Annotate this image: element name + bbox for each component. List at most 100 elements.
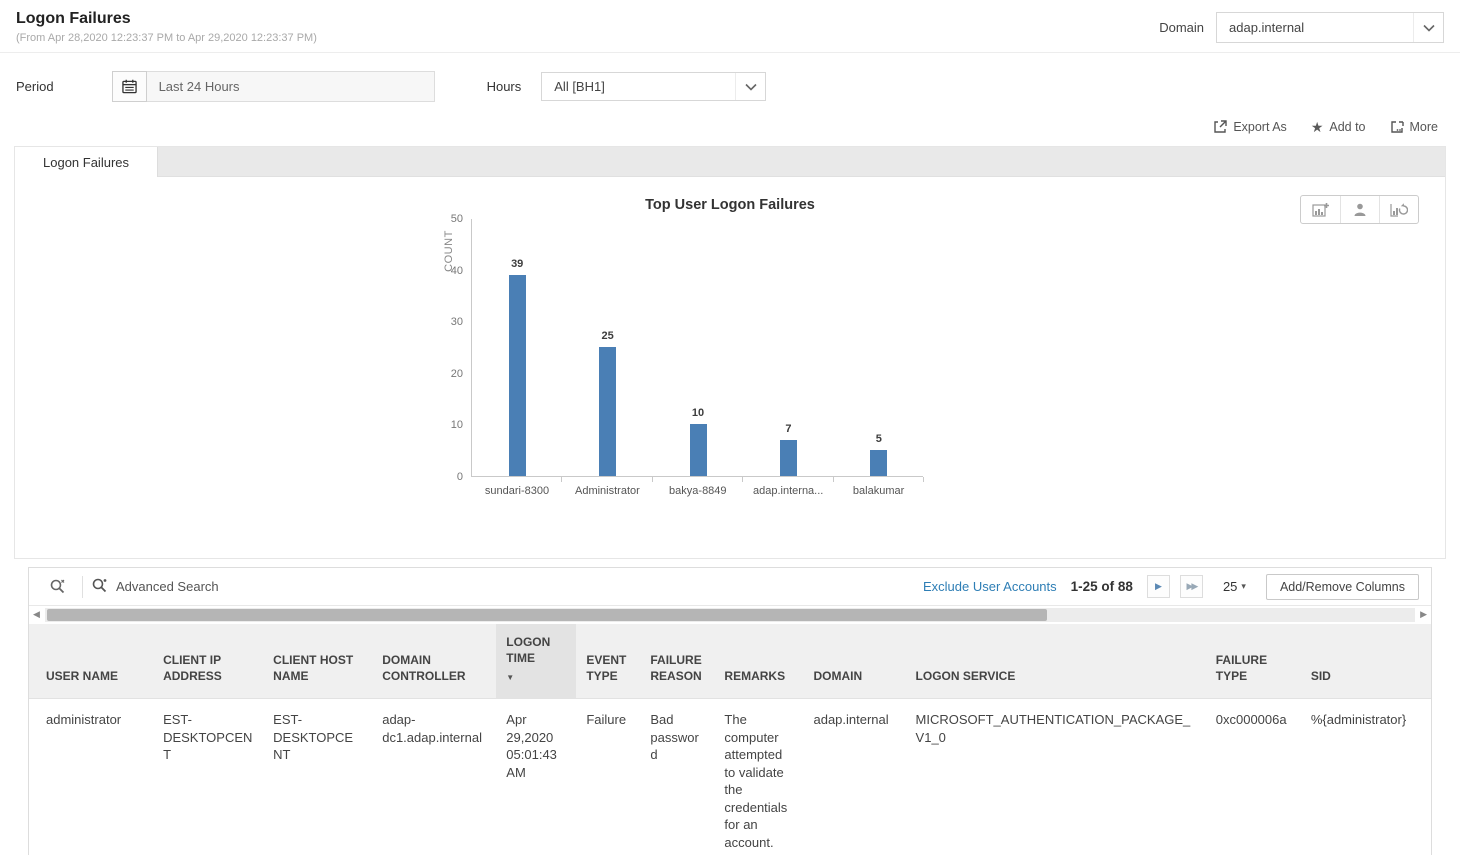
- table-cell: EST-DESKTOPCENT: [263, 699, 372, 855]
- y-tick-label: 50: [429, 213, 463, 225]
- page-header: Logon Failures (From Apr 28,2020 12:23:3…: [0, 0, 1460, 53]
- tab-logon-failures[interactable]: Logon Failures: [15, 147, 158, 177]
- column-header-sid[interactable]: SID: [1301, 624, 1431, 699]
- table-body: administratorEST-DESKTOPCENTEST-DESKTOPC…: [29, 699, 1431, 855]
- column-header-client-host-name[interactable]: CLIENT HOST NAME: [263, 624, 372, 699]
- hours-select[interactable]: All [BH1]: [541, 72, 766, 101]
- page-title: Logon Failures: [16, 10, 317, 28]
- bar-Administrator[interactable]: [599, 347, 616, 476]
- bar-adap.interna...[interactable]: [780, 440, 797, 476]
- period-input[interactable]: [147, 71, 435, 102]
- domain-selector-group: Domain adap.internal: [1159, 12, 1444, 43]
- filters-row: Period Hours All [BH1]: [0, 53, 1460, 108]
- add-to-button[interactable]: ★ Add to: [1311, 120, 1366, 134]
- report-actions: Export As ★ Add to More: [0, 108, 1460, 144]
- table-cell: adap-dc1.adap.internal: [372, 699, 496, 855]
- scrollbar-thumb[interactable]: [47, 609, 1047, 621]
- table-cell: EST-DESKTOPCENT: [153, 699, 263, 855]
- bar-sundari-8300[interactable]: [509, 275, 526, 476]
- x-axis-tick: [833, 477, 834, 482]
- scrollbar-track[interactable]: [45, 608, 1415, 622]
- column-header-client-ip-address[interactable]: CLIENT IP ADDRESS: [153, 624, 263, 699]
- page-size-dropdown[interactable]: 25 ▾: [1223, 579, 1246, 594]
- x-category-label: sundari-8300: [472, 485, 562, 497]
- pagination-range: 1-25 of 88: [1071, 579, 1133, 594]
- y-tick-label: 20: [429, 368, 463, 380]
- report-panel: Logon Failures Top User Logon Failures C…: [14, 146, 1446, 559]
- sort-desc-icon: ▼: [506, 673, 566, 684]
- domain-select-value: adap.internal: [1229, 20, 1304, 35]
- x-category-label: Administrator: [562, 485, 652, 497]
- period-picker: [112, 71, 435, 102]
- table-cell: 0xc000006a: [1206, 699, 1301, 855]
- hours-label: Hours: [487, 79, 522, 94]
- column-header-failure-type[interactable]: FAILURE TYPE: [1206, 624, 1301, 699]
- column-header-domain-controller[interactable]: DOMAIN CONTROLLER: [372, 624, 496, 699]
- title-block: Logon Failures (From Apr 28,2020 12:23:3…: [16, 10, 317, 44]
- bar-balakumar[interactable]: [870, 450, 887, 476]
- column-header-failure-reason[interactable]: FAILURE REASON: [640, 624, 714, 699]
- column-header-logon-service[interactable]: LOGON SERVICE: [906, 624, 1206, 699]
- search-icon[interactable]: [41, 578, 74, 595]
- chevron-down-icon: [1413, 13, 1443, 42]
- table-cell: adap.internal: [803, 699, 905, 855]
- page-size-value: 25: [1223, 579, 1237, 594]
- bar-value-label: 39: [497, 258, 537, 270]
- table-cell: Apr 29,2020 05:01:43 AM: [496, 699, 576, 855]
- logon-failures-table: USER NAMECLIENT IP ADDRESSCLIENT HOST NA…: [29, 624, 1431, 855]
- more-button[interactable]: More: [1390, 120, 1438, 134]
- scroll-left-icon[interactable]: ◀: [33, 609, 40, 620]
- y-tick-label: 30: [429, 316, 463, 328]
- tab-bar: Logon Failures: [15, 147, 1445, 177]
- report-period-subtitle: (From Apr 28,2020 12:23:37 PM to Apr 29,…: [16, 32, 317, 44]
- table-header-row: USER NAMECLIENT IP ADDRESSCLIENT HOST NA…: [29, 624, 1431, 699]
- domain-select[interactable]: adap.internal: [1216, 12, 1444, 43]
- bar-value-label: 5: [859, 433, 899, 445]
- column-header-domain[interactable]: DOMAIN: [803, 624, 905, 699]
- x-axis-tick: [561, 477, 562, 482]
- y-tick-label: 40: [429, 265, 463, 277]
- column-header-user-name[interactable]: USER NAME: [29, 624, 153, 699]
- more-icon: [1390, 120, 1404, 134]
- horizontal-scrollbar: ◀ ▶: [29, 606, 1431, 624]
- column-header-logon-time[interactable]: LOGON TIME▼: [496, 624, 576, 699]
- table-cell: Bad password: [640, 699, 714, 855]
- bar-bakya-8849[interactable]: [690, 424, 707, 476]
- table-row[interactable]: administratorEST-DESKTOPCENTEST-DESKTOPC…: [29, 699, 1431, 855]
- plot-area: 39sundari-830025Administrator10bakya-884…: [471, 219, 923, 477]
- last-page-button[interactable]: ▶▶: [1180, 575, 1203, 598]
- column-header-remarks[interactable]: REMARKS: [714, 624, 803, 699]
- exclude-user-accounts-link[interactable]: Exclude User Accounts: [923, 579, 1057, 594]
- results-table-section: Advanced Search Exclude User Accounts 1-…: [28, 567, 1432, 855]
- add-to-label: Add to: [1329, 120, 1365, 134]
- export-icon: [1213, 120, 1227, 134]
- table-cell: MICROSOFT_AUTHENTICATION_PACKAGE_V1_0: [906, 699, 1206, 855]
- next-page-button[interactable]: ▶: [1147, 575, 1170, 598]
- bar-chart: COUNT 39sundari-830025Administrator10bak…: [15, 219, 1445, 519]
- more-label: More: [1410, 120, 1438, 134]
- x-axis-tick: [742, 477, 743, 482]
- bar-value-label: 25: [588, 330, 628, 342]
- divider: [82, 576, 83, 598]
- export-as-label: Export As: [1233, 120, 1287, 134]
- table-cell: %{administrator}: [1301, 699, 1431, 855]
- bar-value-label: 7: [768, 423, 808, 435]
- x-category-label: balakumar: [834, 485, 924, 497]
- add-remove-columns-button[interactable]: Add/Remove Columns: [1266, 574, 1419, 600]
- export-as-button[interactable]: Export As: [1213, 120, 1287, 134]
- table-cell: administrator: [29, 699, 153, 855]
- chart-title: Top User Logon Failures: [15, 177, 1445, 213]
- table-toolbar: Advanced Search Exclude User Accounts 1-…: [29, 568, 1431, 606]
- table-toolbar-right: Exclude User Accounts 1-25 of 88 ▶ ▶▶ 25…: [923, 574, 1419, 600]
- calendar-icon[interactable]: [112, 71, 147, 102]
- scroll-right-icon[interactable]: ▶: [1420, 609, 1427, 620]
- y-tick-label: 10: [429, 419, 463, 431]
- column-header-event-type[interactable]: EVENT TYPE: [576, 624, 640, 699]
- star-icon: ★: [1311, 120, 1324, 134]
- domain-label: Domain: [1159, 20, 1204, 35]
- x-axis-tick: [923, 477, 924, 482]
- table-cell: Failure: [576, 699, 640, 855]
- table-cell: The computer attempted to validate the c…: [714, 699, 803, 855]
- advanced-search-button[interactable]: Advanced Search: [91, 577, 219, 597]
- hours-select-value: All [BH1]: [554, 79, 605, 94]
